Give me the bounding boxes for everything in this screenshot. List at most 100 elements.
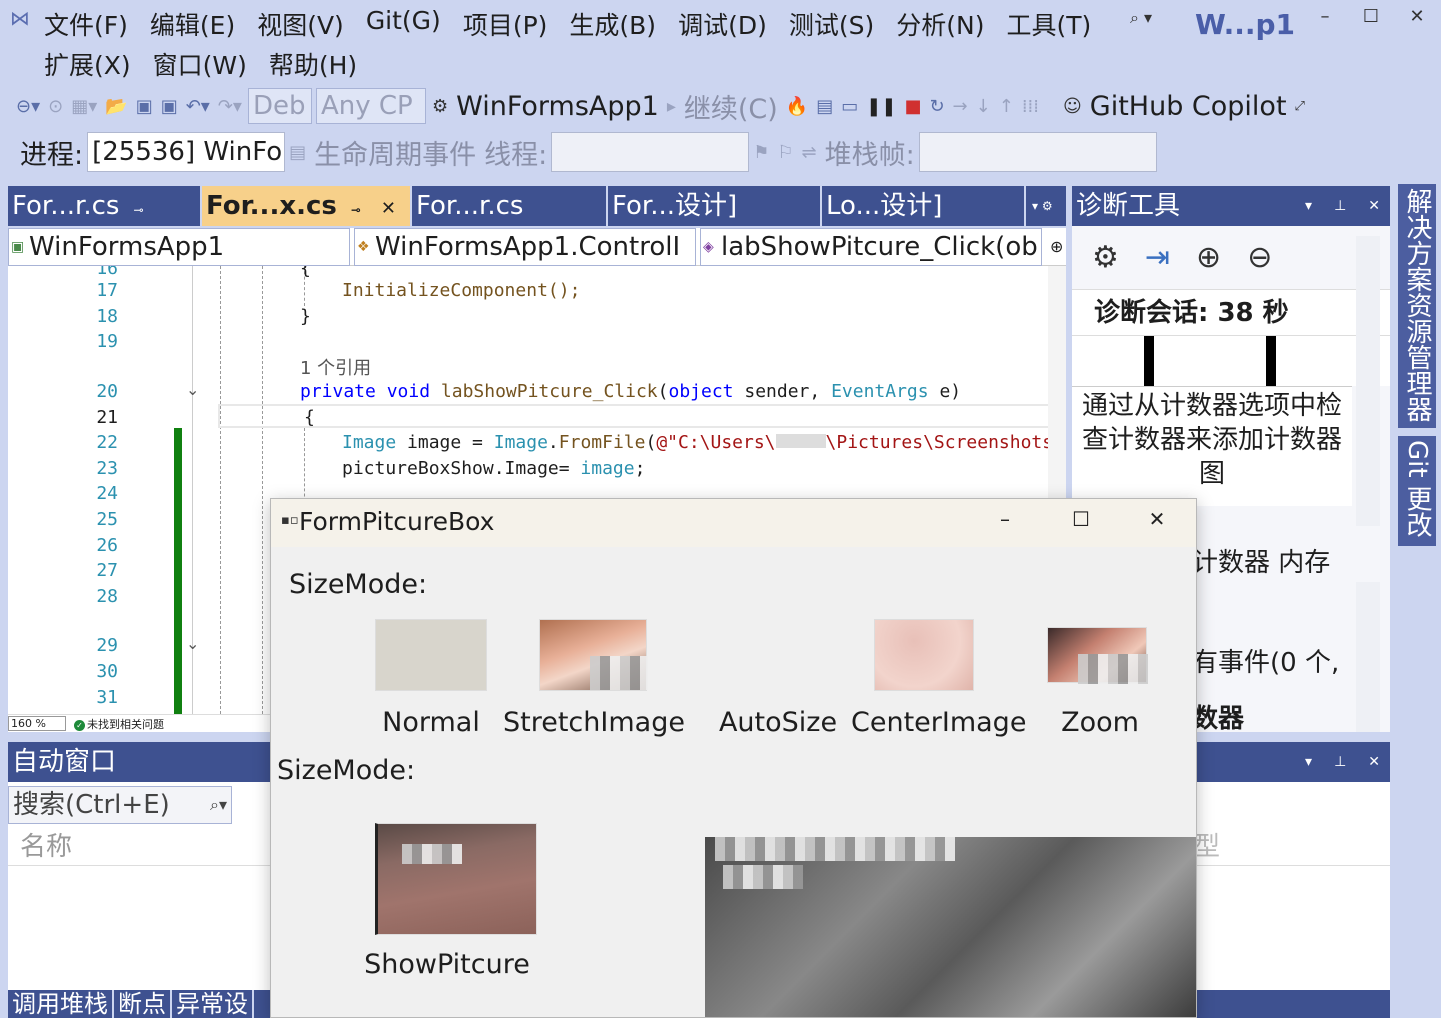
flag-threads-icon[interactable]: ⚐ bbox=[777, 142, 793, 163]
code-lens-references[interactable]: 1 个引用 bbox=[300, 354, 371, 380]
autos-search-input[interactable]: 搜索(Ctrl+E) ⌕▾ bbox=[8, 786, 232, 824]
tab-doc-5[interactable]: Lo...设计] bbox=[822, 186, 1026, 226]
browser-icon[interactable]: ▤ bbox=[816, 96, 833, 117]
menu-project[interactable]: 项目(P) bbox=[463, 6, 548, 42]
split-icon[interactable]: ⊕ bbox=[1046, 228, 1063, 265]
undo-icon[interactable]: ↶▾ bbox=[186, 96, 210, 117]
maximize-icon[interactable]: ☐ bbox=[1356, 6, 1386, 27]
thumb-normal[interactable] bbox=[375, 619, 487, 691]
step-over-icon[interactable]: → bbox=[953, 96, 968, 117]
search-icon[interactable]: ⌕ ▾ bbox=[1130, 8, 1152, 28]
tab-doc-4[interactable]: For...设计] bbox=[608, 186, 822, 226]
tab-git-changes[interactable]: Git 更改 bbox=[1398, 436, 1436, 546]
label-stretch-image[interactable]: StretchImage bbox=[503, 707, 685, 738]
panel-dropdown-icon[interactable]: ▾ bbox=[1305, 742, 1312, 782]
tab-doc-1[interactable]: For...r.cs ⊸ bbox=[8, 186, 202, 226]
tab-overflow-icon[interactable]: ▾ ⚙ bbox=[1026, 186, 1053, 226]
back-icon[interactable]: ⊖▾ bbox=[16, 96, 40, 117]
diag-scrollbar-bottom[interactable] bbox=[1356, 582, 1380, 732]
menu-git[interactable]: Git(G) bbox=[366, 6, 441, 42]
open-icon[interactable]: 📂 bbox=[105, 96, 127, 117]
export-icon[interactable]: ⇥ bbox=[1145, 240, 1170, 275]
close-icon[interactable]: ✕ bbox=[1368, 186, 1380, 226]
tab-doc-2[interactable]: For...x.cs ⊸ ✕ bbox=[202, 186, 412, 226]
startup-project[interactable]: WinFormsApp1 bbox=[456, 91, 659, 122]
settings-gear-icon[interactable]: ⚙ bbox=[1092, 240, 1119, 275]
thumb-show-picture[interactable] bbox=[375, 823, 537, 935]
continue-button[interactable]: 继续(C) bbox=[684, 87, 778, 126]
member-nav-select[interactable]: ◈ labShowPitcure_Click(ob bbox=[700, 228, 1042, 266]
flag-icon[interactable]: ⚑ bbox=[753, 142, 769, 163]
platform-select[interactable]: Any CP bbox=[315, 88, 426, 124]
lifecycle-events-button[interactable]: 生命周期事件 bbox=[314, 133, 476, 172]
tab-call-stack[interactable]: 调用堆栈 bbox=[8, 990, 114, 1018]
zoom-out-icon[interactable]: ⊖ bbox=[1247, 240, 1272, 275]
new-project-icon[interactable]: ▦▾ bbox=[71, 96, 97, 117]
save-icon[interactable]: ▣ bbox=[136, 96, 153, 117]
column-type[interactable]: 型 bbox=[1194, 830, 1220, 864]
copilot-button[interactable]: GitHub Copilot bbox=[1090, 91, 1287, 122]
config-select[interactable]: Deb bbox=[247, 88, 312, 124]
close-icon[interactable]: ✕ bbox=[1137, 507, 1177, 531]
process-select[interactable]: [25536] WinFo bbox=[87, 132, 286, 172]
tab-doc-3[interactable]: For...r.cs bbox=[412, 186, 608, 226]
fold-chevron-icon[interactable]: ⌄ bbox=[186, 634, 199, 653]
diag-scrollbar-top[interactable] bbox=[1356, 236, 1380, 526]
zoom-select[interactable]: 160 % bbox=[8, 716, 66, 731]
stack-frame-select[interactable] bbox=[918, 132, 1157, 172]
tab-exceptions[interactable]: 异常设 bbox=[172, 990, 254, 1018]
diag-tabs[interactable]: 计数器 内存 bbox=[1192, 542, 1330, 579]
stop-icon[interactable]: ■ bbox=[904, 96, 921, 117]
close-icon[interactable]: ✕ bbox=[1402, 6, 1432, 27]
menu-tools[interactable]: 工具(T) bbox=[1006, 6, 1091, 42]
save-all-icon[interactable]: ▣ bbox=[161, 96, 178, 117]
panel-dropdown-icon[interactable]: ▾ bbox=[1305, 186, 1312, 226]
hot-reload-icon[interactable]: 🔥 bbox=[786, 96, 808, 117]
menu-build[interactable]: 生成(B) bbox=[569, 6, 656, 42]
redo-icon[interactable]: ↷▾ bbox=[218, 96, 242, 117]
pause-icon[interactable]: ❚❚ bbox=[866, 96, 896, 117]
maximize-icon[interactable]: ☐ bbox=[1061, 507, 1101, 531]
class-nav-select[interactable]: ❖ WinFormsApp1.ControlI bbox=[354, 228, 696, 266]
menu-analyze[interactable]: 分析(N) bbox=[896, 6, 984, 42]
step-out-icon[interactable]: ↑ bbox=[999, 96, 1014, 117]
zoom-in-icon[interactable]: ⊕ bbox=[1196, 240, 1221, 275]
timeline-graph[interactable] bbox=[1072, 336, 1390, 386]
pin-icon[interactable]: ⊸ bbox=[351, 203, 361, 217]
menu-window[interactable]: 窗口(W) bbox=[153, 46, 247, 82]
menu-view[interactable]: 视图(V) bbox=[257, 6, 344, 42]
minimize-icon[interactable]: – bbox=[985, 507, 1025, 531]
swap-icon[interactable]: ⇌ bbox=[802, 142, 817, 163]
label-show-picture[interactable]: ShowPitcure bbox=[357, 949, 537, 980]
layout-icon[interactable]: ⁞⁞⁞ bbox=[1022, 96, 1039, 117]
thumb-zoom[interactable] bbox=[1047, 627, 1148, 684]
search-icon[interactable]: ⌕▾ bbox=[210, 787, 227, 823]
menu-file[interactable]: 文件(F) bbox=[44, 6, 128, 42]
label-normal[interactable]: Normal bbox=[369, 707, 493, 738]
menu-test[interactable]: 测试(S) bbox=[789, 6, 874, 42]
label-zoom[interactable]: Zoom bbox=[1047, 707, 1153, 738]
menu-debug[interactable]: 调试(D) bbox=[678, 6, 767, 42]
tab-breakpoints[interactable]: 断点 bbox=[114, 990, 172, 1018]
label-center-image[interactable]: CenterImage bbox=[851, 707, 1026, 738]
menu-extensions[interactable]: 扩展(X) bbox=[44, 46, 131, 82]
close-icon[interactable]: ✕ bbox=[1368, 742, 1380, 782]
label-auto-size[interactable]: AutoSize bbox=[715, 707, 841, 738]
window-icon[interactable]: ▭ bbox=[841, 96, 858, 117]
forward-icon[interactable]: ⊙ bbox=[48, 96, 63, 117]
minimize-icon[interactable]: – bbox=[1310, 6, 1340, 27]
copilot-icon[interactable]: ☺ bbox=[1063, 96, 1082, 117]
column-name[interactable]: 名称 bbox=[20, 832, 72, 862]
thumb-center[interactable] bbox=[874, 619, 974, 691]
tab-solution-explorer[interactable]: 解决方案资源管理器 bbox=[1398, 184, 1436, 428]
menu-help[interactable]: 帮助(H) bbox=[269, 46, 357, 82]
form-title-bar[interactable]: ▪▫ FormPitcureBox – ☐ ✕ bbox=[271, 499, 1196, 547]
fold-chevron-icon[interactable]: ⌄ bbox=[186, 380, 199, 399]
play-icon[interactable]: ▸ bbox=[667, 96, 676, 117]
copilot-expand-icon[interactable]: ⤢ bbox=[1295, 99, 1305, 114]
pin-icon[interactable]: ⊸ bbox=[133, 203, 143, 217]
thread-select[interactable] bbox=[551, 132, 750, 172]
project-nav-select[interactable]: ▣ WinFormsApp1 bbox=[8, 228, 350, 266]
step-into-icon[interactable]: ↓ bbox=[976, 96, 991, 117]
pin-icon[interactable]: ⊥ bbox=[1334, 742, 1346, 782]
